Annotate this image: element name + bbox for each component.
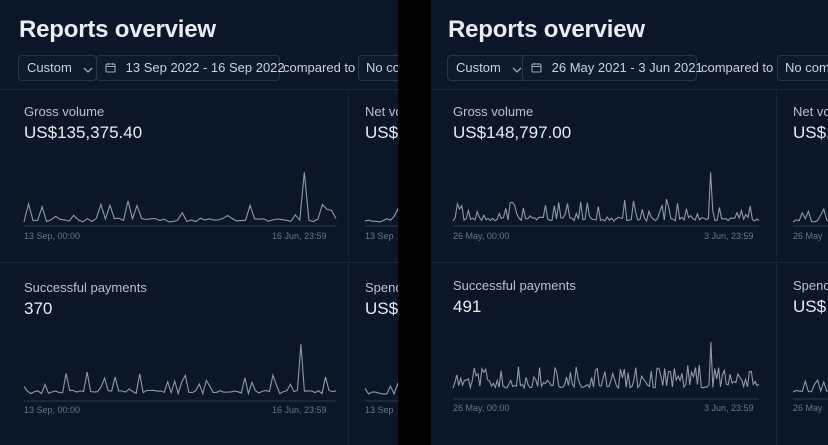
spend-sparkline	[792, 378, 828, 400]
sparkline-path	[792, 207, 828, 223]
metric-label: Gross volume	[24, 104, 105, 119]
divider	[0, 262, 398, 263]
page-title: Reports overview	[448, 16, 645, 43]
metric-value: US$1	[793, 123, 828, 142]
metric-label: Successful payments	[24, 280, 147, 295]
compared-to-label: compared to	[701, 60, 774, 75]
axis-start-label: 26 May	[793, 403, 823, 413]
axis-end-label: 16 Jun, 23:59	[272, 231, 327, 241]
axis-end-label: 3 Jun, 23:59	[704, 403, 754, 413]
period-preset-label: Custom	[456, 60, 501, 75]
comparison-dropdown[interactable]: No comparison	[777, 55, 828, 81]
date-range-label: 26 May 2021 - 3 Jun 2021	[551, 60, 703, 75]
axis-start-label: 13 Sep, 00:00	[24, 231, 81, 241]
sparkline-path	[23, 172, 337, 223]
date-range-label: 13 Sep 2022 - 16 Sep 2022	[125, 60, 285, 75]
axis-start-label: 26 May, 00:00	[453, 231, 510, 241]
divider	[431, 262, 828, 263]
comparison-dropdown[interactable]: No comparison	[358, 55, 398, 81]
metric-label: Spend	[365, 280, 398, 295]
comparison-label: No comparison	[785, 60, 828, 75]
date-range-picker[interactable]: 26 May 2021 - 3 Jun 2021	[522, 55, 703, 81]
gross-volume-sparkline	[452, 172, 760, 227]
sparkline-path	[364, 207, 398, 223]
net-volume-sparkline	[364, 207, 398, 227]
report-panel-left: Reports overview Custom 13 Sep 2022 - 16…	[0, 0, 398, 445]
chevron-down-icon	[512, 57, 522, 81]
page-title: Reports overview	[19, 16, 216, 43]
sparkline-path	[23, 344, 337, 396]
metric-label: Net volume	[365, 104, 398, 119]
period-preset-label: Custom	[27, 60, 72, 75]
metric-value: US$	[365, 299, 398, 318]
gross-volume-sparkline	[23, 172, 337, 227]
period-preset-dropdown[interactable]: Custom	[447, 55, 526, 81]
chevron-down-icon	[83, 57, 93, 81]
period-preset-dropdown[interactable]: Custom	[18, 55, 97, 81]
axis-start-label: 26 May	[793, 231, 823, 241]
metric-label: Gross volume	[453, 104, 534, 119]
metric-value: US$148,797.00	[453, 123, 572, 142]
compared-to-label: compared to	[283, 60, 356, 75]
axis-end-label: 16 Jun, 23:59	[272, 405, 327, 415]
divider	[431, 89, 828, 90]
successful-payments-sparkline	[23, 344, 337, 402]
calendar-icon	[105, 57, 116, 81]
axis-start-label: 13 Sep, 00:00	[24, 405, 81, 415]
metric-value: US$	[793, 297, 827, 316]
comparison-label: No comparison	[366, 60, 398, 75]
metric-label: Successful payments	[453, 278, 576, 293]
sparkline-path	[452, 342, 760, 390]
sparkline-path	[792, 378, 828, 393]
successful-payments-sparkline	[452, 342, 760, 400]
sparkline-path	[452, 172, 760, 223]
axis-start-label: 26 May, 00:00	[453, 403, 510, 413]
report-panel-right: Reports overview Custom 26 May 2021 - 3 …	[431, 0, 828, 445]
metric-label: Spend	[793, 278, 828, 293]
axis-start-label: 13 Sep	[365, 231, 394, 241]
spend-sparkline	[364, 382, 398, 402]
metric-value: 370	[24, 299, 53, 318]
metric-value: US$135,375.40	[24, 123, 143, 142]
metric-value: US$	[365, 123, 398, 142]
date-range-picker[interactable]: 13 Sep 2022 - 16 Sep 2022	[96, 55, 285, 81]
divider	[0, 89, 398, 90]
net-volume-sparkline	[792, 207, 828, 227]
divider	[776, 89, 777, 445]
metric-label: Net volume	[793, 104, 828, 119]
calendar-icon	[531, 57, 542, 81]
metric-value: 491	[453, 297, 482, 316]
sparkline-path	[364, 382, 398, 396]
axis-end-label: 3 Jun, 23:59	[704, 231, 754, 241]
divider	[348, 89, 349, 445]
axis-start-label: 13 Sep	[365, 405, 394, 415]
